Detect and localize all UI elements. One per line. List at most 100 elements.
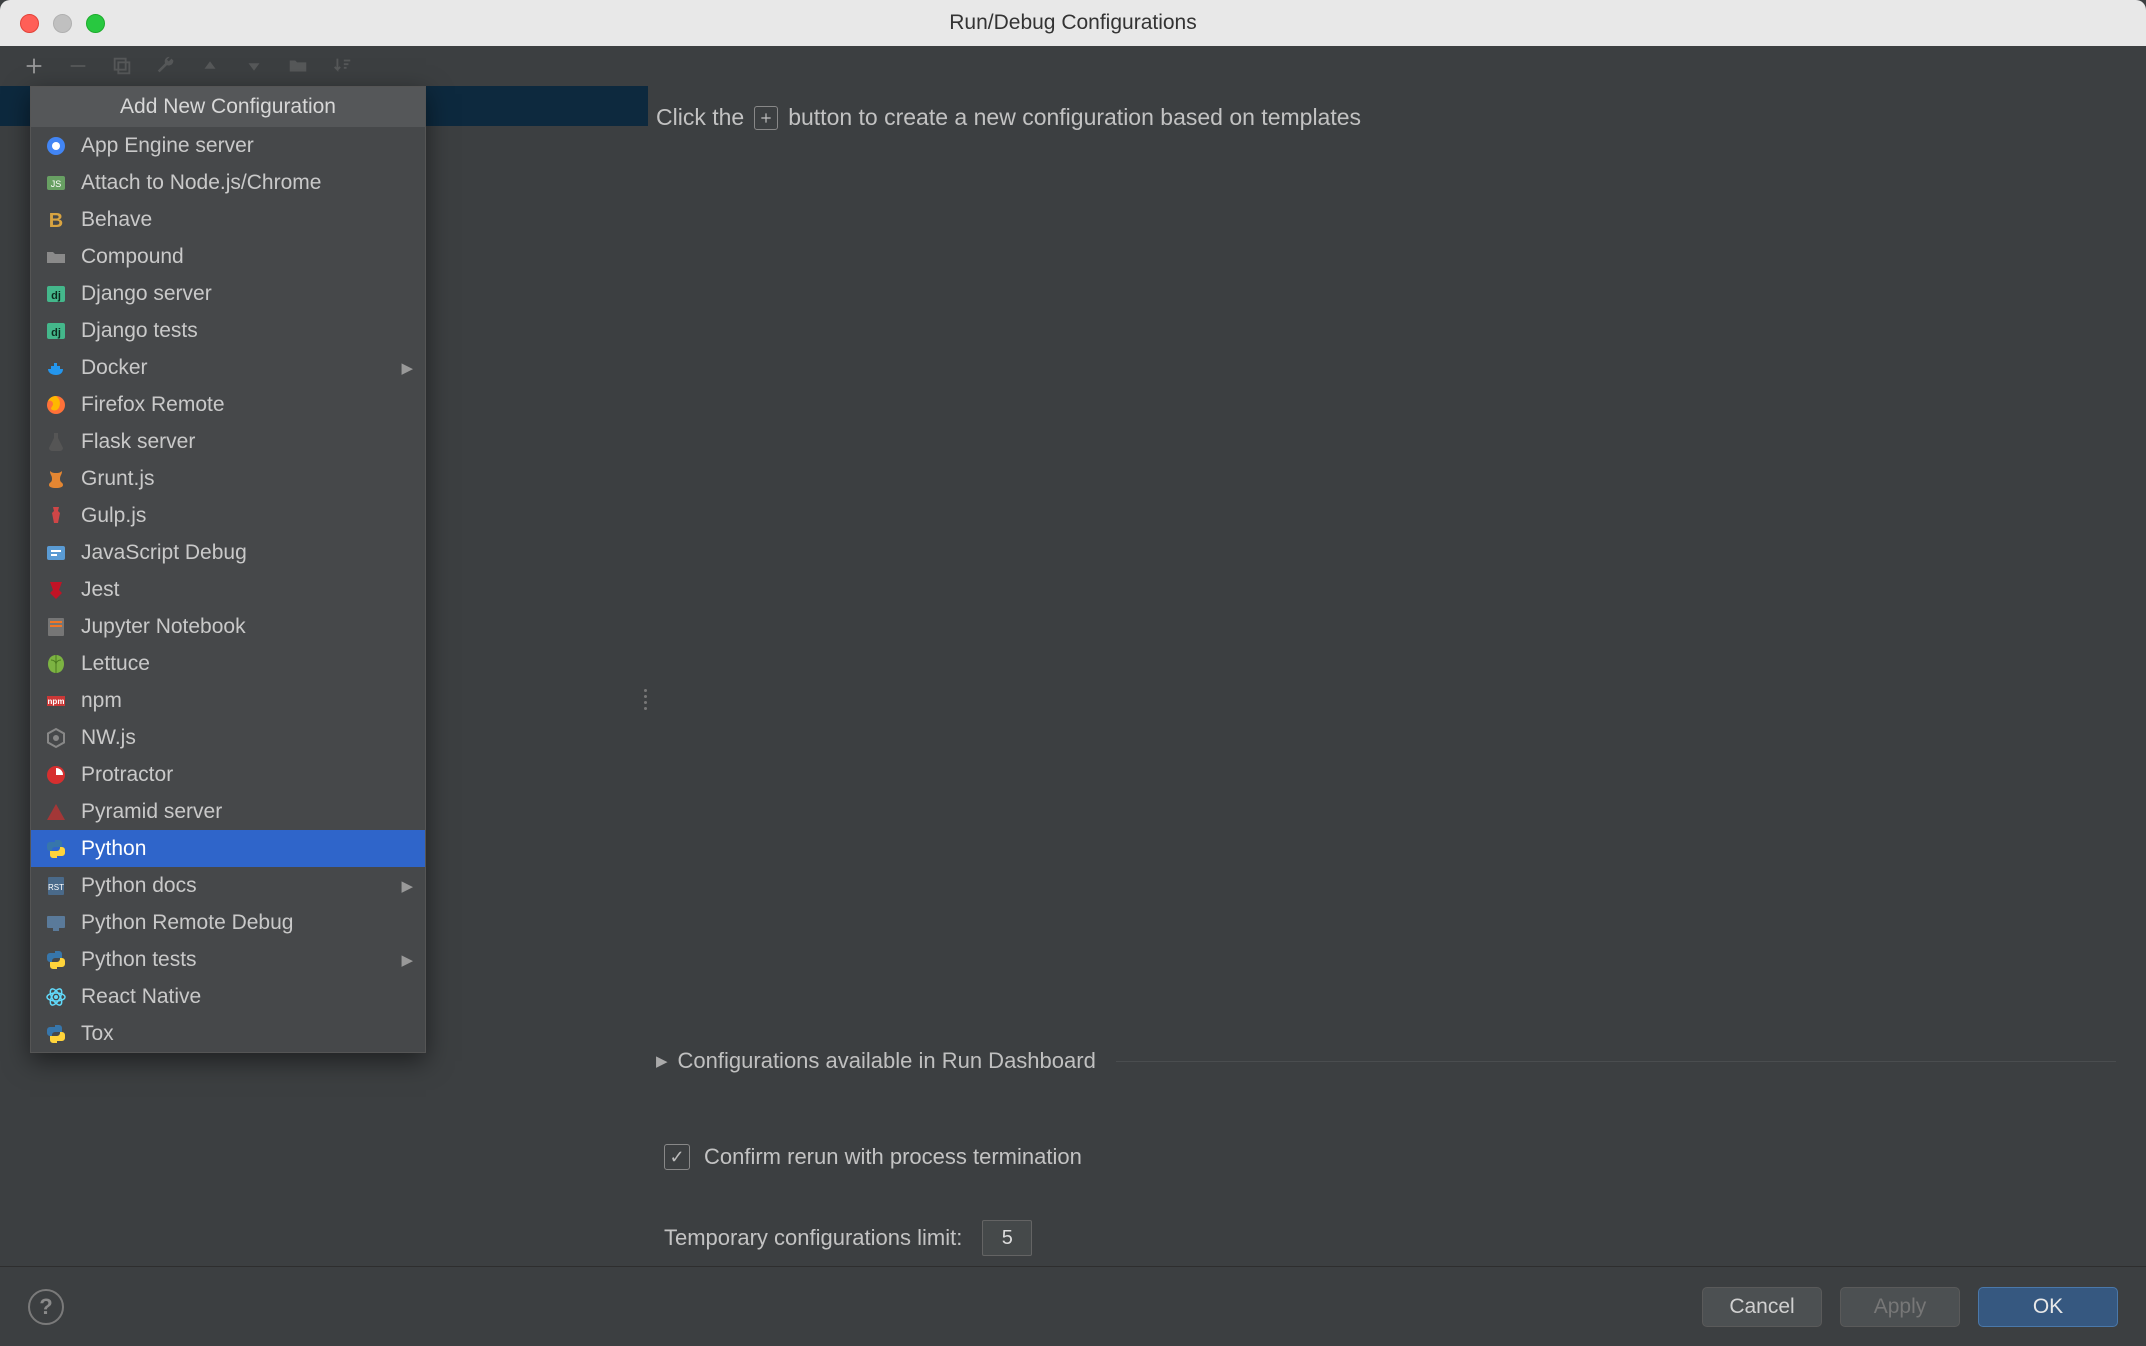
hint-pre: Click the — [656, 104, 744, 131]
divider — [1116, 1061, 2116, 1062]
jupyter-icon — [43, 614, 69, 640]
dropdown-item-python-docs[interactable]: RSTPython docs▶ — [31, 867, 425, 904]
dropdown-item-label: Docker — [81, 356, 389, 380]
wrench-icon[interactable] — [154, 54, 178, 78]
dropdown-item-npm[interactable]: npmnpm — [31, 682, 425, 719]
dropdown-item-app-engine-server[interactable]: App Engine server — [31, 127, 425, 164]
pythondocs-icon: RST — [43, 873, 69, 899]
temp-limit-input[interactable] — [982, 1220, 1032, 1256]
dropdown-item-label: App Engine server — [81, 134, 413, 158]
folder-save-icon[interactable] — [286, 54, 310, 78]
dropdown-item-python-tests[interactable]: Python tests▶ — [31, 941, 425, 978]
remove-icon[interactable] — [66, 54, 90, 78]
dropdown-item-label: Django tests — [81, 319, 413, 343]
npm-icon: npm — [43, 688, 69, 714]
dropdown-item-label: Python tests — [81, 948, 389, 972]
dropdown-item-lettuce[interactable]: Lettuce — [31, 645, 425, 682]
dropdown-item-label: JavaScript Debug — [81, 541, 413, 565]
dropdown-item-pyramid-server[interactable]: Pyramid server — [31, 793, 425, 830]
help-button[interactable]: ? — [28, 1289, 64, 1325]
footer: ? Cancel Apply OK — [0, 1266, 2146, 1346]
confirm-rerun-label: Confirm rerun with process termination — [704, 1144, 1082, 1170]
window-close-button[interactable] — [20, 14, 39, 33]
dropdown-item-nw-js[interactable]: NW.js — [31, 719, 425, 756]
dropdown-item-label: Python Remote Debug — [81, 911, 413, 935]
django-icon: dj — [43, 281, 69, 307]
apply-button[interactable]: Apply — [1840, 1287, 1960, 1327]
dropdown-item-label: NW.js — [81, 726, 413, 750]
dropdown-item-label: Protractor — [81, 763, 413, 787]
dropdown-item-django-server[interactable]: dj Django server — [31, 275, 425, 312]
dashboard-label: Configurations available in Run Dashboar… — [678, 1048, 1096, 1074]
sort-icon[interactable] — [330, 54, 354, 78]
chevron-right-icon: ▶ — [401, 877, 413, 895]
jsdebug-icon — [43, 540, 69, 566]
python-icon — [43, 836, 69, 862]
protractor-icon — [43, 762, 69, 788]
dashboard-toggle[interactable]: ▶ Configurations available in Run Dashbo… — [656, 1048, 2116, 1074]
svg-text:B: B — [49, 210, 63, 232]
add-configuration-dropdown: Add New Configuration App Engine serverJ… — [30, 86, 426, 1053]
dropdown-item-jupyter-notebook[interactable]: Jupyter Notebook — [31, 608, 425, 645]
dropdown-item-label: Compound — [81, 245, 413, 269]
dropdown-item-label: Jest — [81, 578, 413, 602]
temp-limit-label: Temporary configurations limit: — [664, 1225, 962, 1251]
docker-icon — [43, 355, 69, 381]
dropdown-item-behave[interactable]: B Behave — [31, 201, 425, 238]
jest-icon — [43, 577, 69, 603]
dropdown-item-label: React Native — [81, 985, 413, 1009]
dropdown-item-label: Firefox Remote — [81, 393, 413, 417]
temp-limit-row: Temporary configurations limit: — [664, 1220, 2116, 1256]
pyramid-icon — [43, 799, 69, 825]
dropdown-item-python-remote-debug[interactable]: Python Remote Debug — [31, 904, 425, 941]
svg-text:npm: npm — [48, 697, 65, 706]
main-area: Add New Configuration App Engine serverJ… — [0, 86, 2146, 1266]
left-panel: Add New Configuration App Engine serverJ… — [0, 86, 648, 1266]
cancel-button[interactable]: Cancel — [1702, 1287, 1822, 1327]
dropdown-item-tox[interactable]: Tox — [31, 1015, 425, 1052]
nwjs-icon — [43, 725, 69, 751]
confirm-rerun-row[interactable]: ✓ Confirm rerun with process termination — [664, 1144, 2116, 1170]
down-icon[interactable] — [242, 54, 266, 78]
dropdown-item-flask-server[interactable]: Flask server — [31, 423, 425, 460]
appengine-icon — [43, 133, 69, 159]
dropdown-item-gulp-js[interactable]: Gulp.js — [31, 497, 425, 534]
lettuce-icon — [43, 651, 69, 677]
dropdown-item-label: Python — [81, 837, 413, 861]
python-icon — [43, 1021, 69, 1047]
hint-text: Click the button to create a new configu… — [648, 86, 2116, 131]
dropdown-item-jest[interactable]: Jest — [31, 571, 425, 608]
up-icon[interactable] — [198, 54, 222, 78]
dropdown-item-python[interactable]: Python — [31, 830, 425, 867]
django-icon: dj — [43, 318, 69, 344]
window-minimize-button[interactable] — [53, 14, 72, 33]
dropdown-item-label: Behave — [81, 208, 413, 232]
dropdown-item-protractor[interactable]: Protractor — [31, 756, 425, 793]
firefox-icon — [43, 392, 69, 418]
window-maximize-button[interactable] — [86, 14, 105, 33]
hint-post: button to create a new configuration bas… — [788, 104, 1361, 131]
bottom-section: ▶ Configurations available in Run Dashbo… — [648, 1048, 2116, 1266]
dropdown-item-django-tests[interactable]: dj Django tests — [31, 312, 425, 349]
splitter-grip[interactable] — [644, 686, 652, 726]
dropdown-item-javascript-debug[interactable]: JavaScript Debug — [31, 534, 425, 571]
python-icon — [43, 947, 69, 973]
dropdown-item-docker[interactable]: Docker▶ — [31, 349, 425, 386]
copy-icon[interactable] — [110, 54, 134, 78]
dropdown-item-label: Flask server — [81, 430, 413, 454]
dropdown-item-compound[interactable]: Compound — [31, 238, 425, 275]
dropdown-item-grunt-js[interactable]: Grunt.js — [31, 460, 425, 497]
svg-text:dj: dj — [51, 290, 61, 302]
checkbox-icon[interactable]: ✓ — [664, 1144, 690, 1170]
titlebar: Run/Debug Configurations — [0, 0, 2146, 46]
svg-text:RST: RST — [48, 883, 64, 892]
dropdown-item-attach-to-node-js-chrome[interactable]: JSAttach to Node.js/Chrome — [31, 164, 425, 201]
dropdown-item-react-native[interactable]: React Native — [31, 978, 425, 1015]
ok-button[interactable]: OK — [1978, 1287, 2118, 1327]
grunt-icon — [43, 466, 69, 492]
dropdown-item-label: Django server — [81, 282, 413, 306]
dropdown-item-firefox-remote[interactable]: Firefox Remote — [31, 386, 425, 423]
plus-icon — [754, 106, 778, 130]
svg-text:JS: JS — [51, 179, 62, 189]
add-icon[interactable] — [22, 54, 46, 78]
